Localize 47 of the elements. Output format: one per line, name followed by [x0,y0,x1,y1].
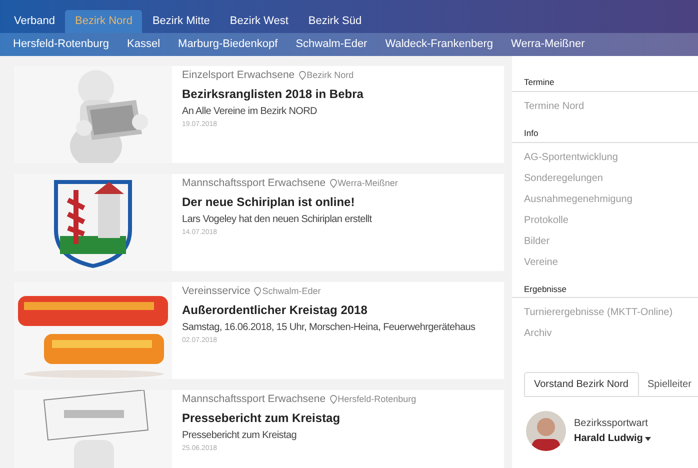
sidebar-link[interactable]: Vereine [512,252,698,272]
article-title[interactable]: Der neue Schiriplan ist online! [182,192,398,211]
sidebar-link[interactable]: Protokolle [512,210,698,230]
contact-role: Bezirkssportwart [574,417,649,432]
sub-nav-link[interactable]: Werra-Meißner [502,36,594,53]
location-pin-icon [330,179,337,188]
sub-nav-link[interactable]: Kassel [118,36,170,53]
location-pin-icon [298,71,306,80]
sidebar-link[interactable]: Sonderegelungen [512,168,698,188]
article-title[interactable]: Bezirksranglisten 2018 in Bebra [182,84,364,103]
section-heading: Ergebnisse [512,282,698,298]
location-pin-icon [254,287,262,296]
sidebar-link[interactable]: Archiv [512,323,698,344]
nav-tab[interactable]: Bezirk Mitte [142,10,220,33]
article-title[interactable]: Außerordentlicher Kreistag 2018 [182,300,476,319]
sub-nav-link[interactable]: Waldeck-Frankenberg [376,36,502,53]
section-heading: Termine [512,76,698,92]
article-location: Schwalm-Eder [262,285,321,298]
sidebar-tab[interactable]: Spielleiter [638,372,698,396]
nav-tab[interactable]: Verband [4,10,65,33]
article-category: Vereinsservice [182,284,250,299]
sidebar-tab[interactable]: Vorstand Bezirk Nord [524,372,638,396]
sub-nav-link[interactable]: Schwalm-Eder [286,36,376,53]
sidebar-link[interactable]: Bilder [512,230,698,252]
section-heading: Info [512,126,698,142]
contact-name[interactable]: Harald Ludwig [574,431,643,446]
article-category: Mannschaftssport Erwachsene [182,392,326,407]
article-location: Bezirk Nord [306,69,354,82]
location-pin-icon [330,395,337,404]
sidebar-link[interactable]: Termine Nord [512,96,698,117]
article-category: Mannschaftssport Erwachsene [182,176,326,191]
sub-nav-link[interactable]: Marburg-Biedenkopf [169,36,287,53]
article-location: Werra-Meißner [338,177,398,190]
nav-tab[interactable]: Bezirk Süd [298,10,372,33]
sidebar-link[interactable]: Turnierergebnisse (MKTT-Online) [512,302,698,324]
sidebar-link[interactable]: AG-Sportentwicklung [512,146,698,168]
article-summary: Lars Vogeley hat den neuen Schiriplan erstellt [182,212,373,227]
article-category: Einzelsport Erwachsene [182,68,295,83]
article-summary: Pressebericht zum Kreistag [182,428,298,443]
article-location: Hersfeld-Rotenburg [338,393,416,406]
article-summary: An Alle Vereine im Bezirk NORD [182,104,318,119]
caret-icon[interactable] [644,436,651,441]
sub-nav-link[interactable]: Hersfeld-Rotenburg [4,36,118,53]
sidebar-link[interactable]: Ausnahmegenehmigung [512,188,698,210]
article-summary: Samstag, 16.06.2018, 15 Uhr, Morschen-Heina, Feuerwehrgerätehaus [182,320,476,335]
article-title[interactable]: Pressebericht zum Kreistag [182,408,416,427]
nav-tab[interactable]: Bezirk West [220,10,298,33]
